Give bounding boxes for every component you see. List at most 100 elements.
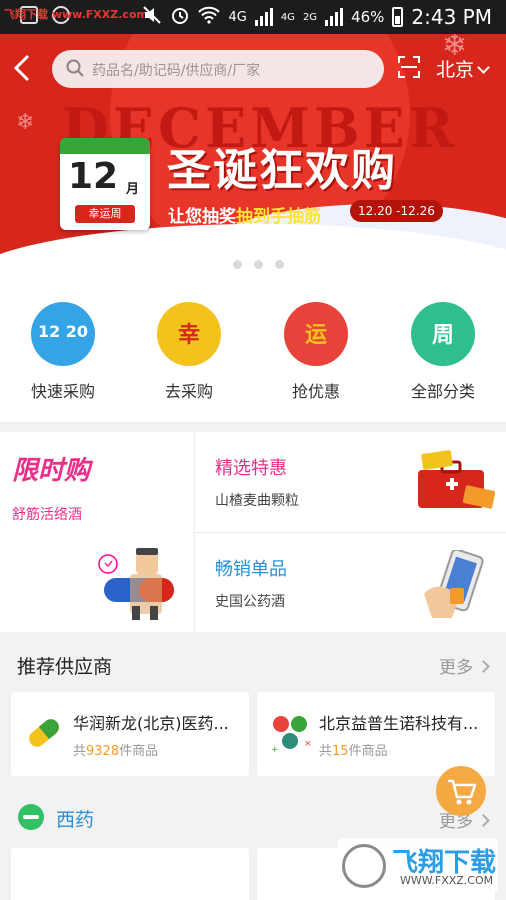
watermark-logo-url: WWW.FXXZ.COM [400,874,494,887]
featured-deals-panel[interactable]: 精选特惠 山楂麦曲颗粒 [195,432,506,532]
category-label: 去采购 [164,382,213,401]
wifi-icon [198,6,221,28]
western-medicine-icon [18,804,44,830]
watermark-logo-icon [342,844,386,888]
network-4g: 4G [228,9,247,25]
network-2g: 2G [302,11,318,23]
search-bar[interactable]: 药品名/助记码/供应商/厂家 [52,50,384,88]
count-number: 15 [332,744,349,759]
chevron-down-icon [477,61,490,74]
carousel-dot[interactable] [275,260,284,269]
category-quick-purchase[interactable]: 12 20 快速采购 [0,302,126,402]
search-icon [66,59,84,77]
western-medicine-title: 西药 [56,809,95,831]
grab-deals-glyph: 运 [304,323,327,348]
mute-icon [142,5,162,29]
signal-icon-2 [325,8,344,26]
suppliers-more-link[interactable]: 更多 [439,653,490,678]
mascot-pill-icon [98,548,174,620]
carousel-dots[interactable] [212,260,284,269]
phone-shopping-icon [424,550,484,618]
banner-title: 圣诞狂欢购 [167,145,397,196]
search-placeholder: 药品名/助记码/供应商/厂家 [92,63,261,79]
featured-deals-title: 精选特惠 [215,458,287,479]
product-card[interactable] [11,848,249,900]
suppliers-title: 推荐供应商 [17,656,113,678]
clock: 2:43 PM [411,5,492,29]
carousel-dot[interactable] [212,260,221,269]
count-prefix: 共 [319,744,333,759]
category-go-purchase[interactable]: 幸 去采购 [126,302,252,402]
quick-purchase-icon: 12 20 [31,302,95,366]
all-categories-glyph: 周 [431,323,454,348]
go-purchase-glyph: 幸 [177,323,200,348]
city-selector[interactable]: 北京 [436,55,490,82]
bestseller-title: 畅销单品 [215,559,287,580]
snowflake-icon: ❄ [16,110,35,135]
cart-icon [448,779,477,805]
category-label: 全部分类 [410,382,475,401]
supplier-card[interactable]: + × 北京益普生诺科技有... 共15件商品 [257,692,495,776]
calendar-number: 12 [68,156,119,197]
more-label: 更多 [439,658,473,678]
watermark-top: 飞翔下载 www.FXXZ.com [4,8,148,21]
alarm-icon [170,5,190,29]
capsule-icon [29,719,59,747]
carousel-dot[interactable] [254,260,263,269]
battery-icon [392,7,404,27]
promo-grid: 限时购 舒筋活络酒 精选特惠 山楂麦曲颗粒 畅销单品 史国公药酒 [0,432,506,632]
go-purchase-icon: 幸 [157,302,221,366]
flash-sale-subtitle: 舒筋活络酒 [12,507,82,523]
banner-subtitle: 让您抽奖抽到手抽筋 [168,202,321,227]
back-button[interactable] [10,52,36,86]
signal-icon [254,8,273,26]
watermark-logo: 飞翔下载 WWW.FXXZ.COM [338,838,498,892]
calendar-badge: 12 月 幸运周 [60,138,150,230]
banner-subtitle-prefix: 让您抽奖 [168,207,236,227]
quick-purchase-glyph: 12 20 [37,322,89,341]
flash-sale-title: 限时购 [12,456,91,486]
cart-button[interactable] [436,766,486,816]
western-medicine-header: 西药 更多 [0,796,506,840]
supplier-product-count: 共9328件商品 [73,740,158,759]
supplier-name: 北京益普生诺科技有... [319,714,479,733]
city-name: 北京 [436,59,475,81]
status-icons: 4G 4G 2G 46% 2:43 PM [142,4,492,30]
featured-deals-subtitle: 山楂麦曲颗粒 [215,493,299,509]
scan-icon[interactable] [398,56,420,78]
svg-text:+: + [271,745,279,754]
promo-banner[interactable]: DECEMBER ❄ ❄ 药品名/助记码/供应商/厂家 北京 12 月 幸运周 … [0,34,506,276]
status-bar: 飞翔下载 www.FXXZ.com 4G 4G 2G 46% 2:43 PM [0,0,506,34]
pills-icon: + × [271,716,311,754]
supplier-product-count: 共15件商品 [319,740,388,759]
category-all[interactable]: 周 全部分类 [380,302,506,402]
back-arrow-icon [13,54,30,82]
banner-subtitle-highlight: 抽到手抽筋 [236,207,321,227]
bestseller-subtitle: 史国公药酒 [215,594,285,610]
grab-deals-icon: 运 [284,302,348,366]
medicine-kit-icon [418,450,496,509]
category-label: 抢优惠 [291,382,340,401]
count-prefix: 共 [73,744,87,759]
calendar-top [60,138,150,154]
supplier-card[interactable]: 华润新龙(北京)医药... 共9328件商品 [11,692,249,776]
calendar-unit: 月 [126,182,140,197]
flash-sale-panel[interactable]: 限时购 舒筋活络酒 [0,432,194,632]
count-suffix: 件商品 [348,744,388,759]
battery-percent: 46% [351,8,385,26]
category-label: 快速采购 [30,382,95,401]
category-grab-deals[interactable]: 运 抢优惠 [253,302,379,402]
count-suffix: 件商品 [119,744,159,759]
banner-date-range: 12.20 -12.26 [350,200,443,222]
calendar-tag: 幸运周 [75,205,135,223]
network-4g-second: 4G [280,11,295,23]
category-row: 12 20 快速采购 幸 去采购 运 抢优惠 周 全部分类 [0,276,506,422]
all-categories-icon: 周 [411,302,475,366]
svg-text:×: × [304,739,311,749]
chevron-right-icon [477,660,490,673]
chevron-right-icon [477,814,490,827]
supplier-name: 华润新龙(北京)医药... [73,714,229,733]
carousel-dot[interactable] [233,260,242,269]
count-number: 9328 [86,744,120,759]
bestseller-panel[interactable]: 畅销单品 史国公药酒 [195,533,506,632]
